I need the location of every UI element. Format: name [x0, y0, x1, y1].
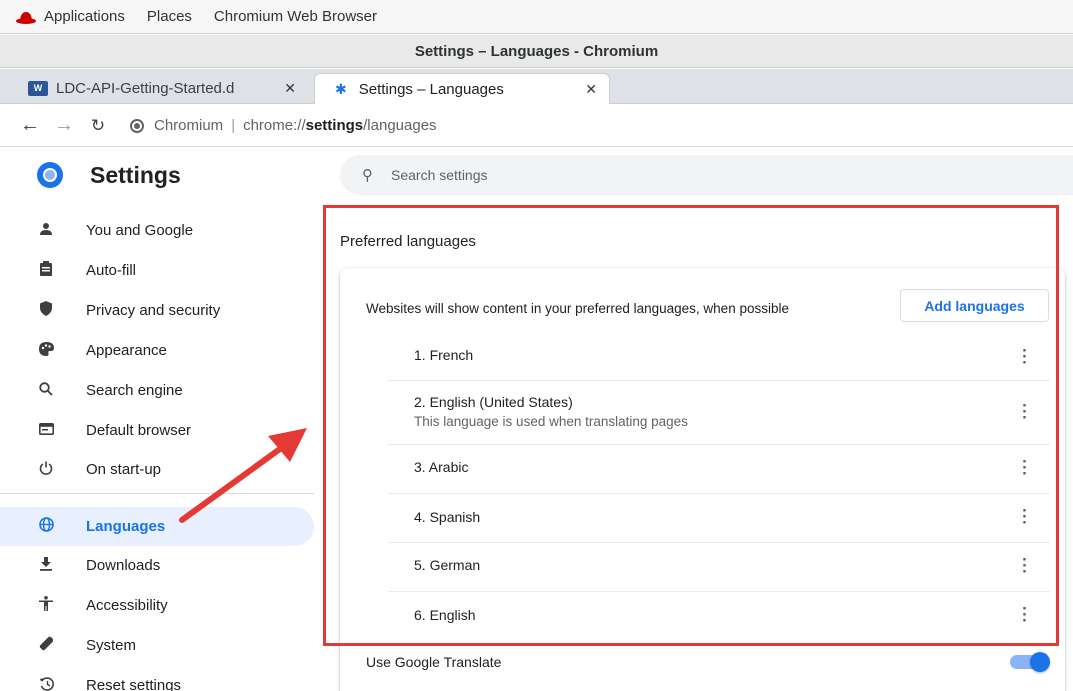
- sidebar-item-label: On start-up: [86, 461, 162, 478]
- reload-icon[interactable]: ↻: [88, 116, 108, 136]
- more-vert-icon[interactable]: · · ·: [1016, 453, 1034, 482]
- browser-toolbar: ← → ↻ Chromium | chrome://settings/langu…: [0, 105, 1073, 147]
- language-row-french: 1. French · · ·: [388, 336, 1050, 380]
- sidebar-item-label: Auto-fill: [86, 262, 137, 279]
- address-bar[interactable]: chrome://settings/languages: [243, 117, 436, 134]
- more-vert-icon[interactable]: · · ·: [1016, 342, 1034, 371]
- tab-strip: W LDC-API-Getting-Started.d ✕ ✱ Settings…: [0, 69, 1073, 104]
- language-name: 1. French: [414, 347, 474, 363]
- palette-icon: [36, 341, 56, 360]
- shield-icon: [36, 301, 56, 320]
- language-row-german: 5. German · · ·: [388, 543, 1050, 591]
- search-box[interactable]: ⚲: [340, 155, 1073, 195]
- sidebar-item-you-and-google[interactable]: You and Google: [0, 211, 314, 250]
- url-scheme: chrome://: [243, 117, 306, 134]
- language-name: 3. Arabic: [414, 459, 469, 475]
- language-row-arabic: 3. Arabic · · ·: [388, 445, 1050, 493]
- download-icon: [36, 556, 56, 575]
- sidebar-item-system[interactable]: System: [0, 626, 314, 665]
- system-top-bar: Applications Places Chromium Web Browser: [0, 0, 1073, 34]
- sidebar-divider: [0, 493, 314, 494]
- close-icon[interactable]: ✕: [284, 80, 296, 97]
- sidebar-item-label: Privacy and security: [86, 302, 221, 319]
- sidebar-item-accessibility[interactable]: Accessibility: [0, 586, 314, 625]
- app-menu-chromium[interactable]: Chromium Web Browser: [214, 8, 377, 25]
- accessibility-icon: [36, 596, 56, 615]
- power-icon: [36, 461, 56, 479]
- forward-arrow-icon[interactable]: →: [54, 114, 74, 137]
- wrench-icon: [36, 636, 56, 655]
- gear-icon: ✱: [335, 80, 347, 97]
- language-row-spanish: 4. Spanish · · ·: [388, 494, 1050, 542]
- sidebar-item-label: Reset settings: [86, 677, 182, 691]
- section-heading-preferred-languages: Preferred languages: [340, 233, 476, 250]
- sidebar-item-label: Downloads: [86, 557, 161, 574]
- url-separator: |: [231, 117, 236, 134]
- more-vert-icon[interactable]: · · ·: [1016, 551, 1034, 580]
- tab-ldc-doc[interactable]: W LDC-API-Getting-Started.d ✕: [18, 73, 308, 104]
- tab-settings-languages[interactable]: ✱ Settings – Languages ✕: [314, 73, 610, 104]
- site-info-icon[interactable]: [130, 118, 144, 133]
- toggle-knob: [1030, 652, 1050, 672]
- url-origin: Chromium: [154, 117, 224, 134]
- word-doc-icon: W: [28, 81, 48, 96]
- search-icon: ⚲: [362, 167, 373, 184]
- sidebar-item-label: Search engine: [86, 382, 183, 399]
- globe-icon: [36, 517, 56, 536]
- language-row-english-us: 2. English (United States) This language…: [388, 381, 1050, 444]
- sidebar-item-search-engine[interactable]: Search engine: [0, 371, 314, 410]
- sidebar-item-label: System: [86, 637, 137, 654]
- google-translate-toggle[interactable]: [1010, 652, 1050, 672]
- more-vert-icon[interactable]: · · ·: [1016, 397, 1034, 426]
- redhat-logo-icon: [16, 11, 36, 24]
- sidebar-item-privacy[interactable]: Privacy and security: [0, 291, 314, 330]
- language-row-english: 6. English · · ·: [388, 592, 1050, 638]
- search-input[interactable]: [391, 167, 891, 183]
- window-title: Settings – Languages - Chromium: [0, 35, 1073, 68]
- tab-label: Settings – Languages: [358, 80, 504, 98]
- search-icon: [36, 381, 56, 400]
- sidebar-item-label: Accessibility: [86, 597, 168, 614]
- add-languages-button[interactable]: Add languages: [900, 289, 1049, 322]
- clipboard-icon: [36, 261, 56, 280]
- sidebar-item-languages[interactable]: Languages: [0, 507, 314, 546]
- applications-menu[interactable]: Applications: [44, 8, 125, 25]
- sidebar-item-on-startup[interactable]: On start-up: [0, 450, 314, 489]
- google-translate-label: Use Google Translate: [366, 654, 502, 670]
- back-arrow-icon[interactable]: ←: [20, 114, 40, 137]
- more-vert-icon[interactable]: · · ·: [1016, 502, 1034, 531]
- sidebar-item-label: Languages: [86, 518, 166, 535]
- sidebar-item-label: You and Google: [86, 222, 194, 239]
- page-title: Settings: [90, 162, 181, 188]
- chromium-logo-icon: [37, 162, 63, 188]
- sidebar-item-label: Default browser: [86, 422, 192, 439]
- person-icon: [36, 222, 56, 240]
- url-path: /languages: [363, 117, 437, 134]
- sidebar-item-auto-fill[interactable]: Auto-fill: [0, 251, 314, 290]
- places-menu[interactable]: Places: [147, 8, 192, 25]
- language-name: 5. German: [414, 557, 481, 573]
- language-name: 6. English: [414, 607, 476, 623]
- history-icon: [36, 676, 56, 691]
- url-host: settings: [305, 117, 364, 134]
- sidebar-item-downloads[interactable]: Downloads: [0, 546, 314, 585]
- language-name: 4. Spanish: [414, 509, 481, 525]
- sidebar-item-default-browser[interactable]: Default browser: [0, 411, 314, 450]
- sidebar-item-appearance[interactable]: Appearance: [0, 331, 314, 370]
- language-note: This language is used when translating p…: [414, 414, 688, 429]
- languages-description: Websites will show content in your prefe…: [366, 301, 789, 316]
- more-vert-icon[interactable]: · · ·: [1016, 600, 1034, 629]
- close-icon[interactable]: ✕: [585, 81, 597, 98]
- sidebar-item-reset-settings[interactable]: Reset settings: [0, 666, 314, 691]
- tab-label: LDC-API-Getting-Started.d: [56, 80, 235, 97]
- sidebar-item-label: Appearance: [86, 342, 167, 359]
- language-name: 2. English (United States): [414, 394, 573, 410]
- browser-window-icon: [36, 422, 56, 439]
